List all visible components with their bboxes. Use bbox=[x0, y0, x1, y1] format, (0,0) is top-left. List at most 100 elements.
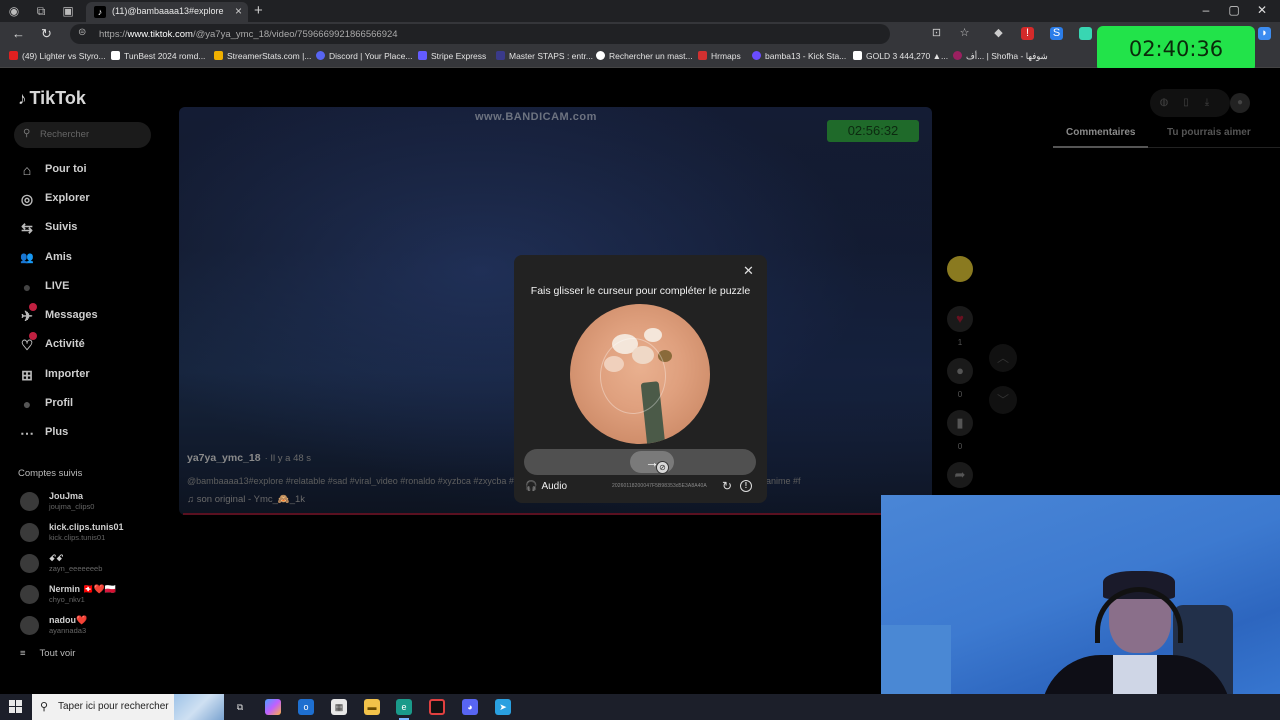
extension-1-icon[interactable]: ◆ bbox=[992, 27, 1005, 40]
nav-label: Activité bbox=[45, 338, 85, 350]
obs-icon[interactable] bbox=[429, 699, 445, 715]
bookmark-item[interactable]: Rechercher un mast... bbox=[596, 51, 693, 61]
bookmark-item[interactable]: GOLD 3 444,270 ▲... bbox=[853, 51, 948, 61]
headphones-icon: 🎧 bbox=[525, 481, 538, 492]
download-icon[interactable]: ⤓ bbox=[1197, 93, 1217, 113]
minimize-window-button[interactable]: – bbox=[1196, 3, 1216, 17]
maximize-window-button[interactable]: ▢ bbox=[1224, 3, 1244, 17]
tab-actions-icon[interactable]: ▣ bbox=[60, 3, 76, 19]
followed-account[interactable]: kick.clips.tunis01 kick.clips.tunis01 bbox=[20, 521, 180, 545]
save-button[interactable]: ▮ 0 bbox=[947, 410, 973, 451]
creator-avatar[interactable] bbox=[947, 256, 973, 282]
close-window-button[interactable]: ✕ bbox=[1252, 3, 1272, 17]
start-tile bbox=[9, 707, 15, 713]
save-count: 0 bbox=[957, 442, 963, 451]
bookmark-item[interactable]: bamba13 - Kick Sta... bbox=[752, 51, 846, 61]
tiktok-logo-text: TikTok bbox=[29, 88, 86, 108]
tab-commentaires[interactable]: Commentaires bbox=[1066, 127, 1135, 138]
info-icon[interactable]: ! bbox=[740, 480, 752, 492]
bookmark-item[interactable]: Stripe Express bbox=[418, 51, 486, 61]
bookmark-item[interactable]: Hrmaps bbox=[698, 51, 741, 61]
bookmark-item[interactable]: Discord | Your Place... bbox=[316, 51, 412, 61]
new-tab-button[interactable]: + bbox=[254, 2, 263, 19]
avatar bbox=[20, 492, 39, 511]
telegram-icon[interactable]: ➤ bbox=[495, 699, 511, 715]
bookmark-item[interactable]: Master STAPS : entr... bbox=[496, 51, 593, 61]
windows-start-icon[interactable] bbox=[9, 700, 23, 714]
audio-label: Audio bbox=[541, 481, 568, 492]
edge-browser-icon[interactable]: e bbox=[396, 699, 412, 720]
video-music[interactable]: ♫ son original - Ymc_🙈_1k bbox=[187, 494, 305, 505]
taskbar-search-box[interactable]: ⚲ Taper ici pour rechercher bbox=[32, 694, 224, 720]
bookmark-label: bamba13 - Kick Sta... bbox=[765, 51, 847, 61]
previous-video-button[interactable]: ︿ bbox=[989, 344, 1017, 372]
bookmark-item[interactable]: (49) Lighter vs Styro... bbox=[9, 51, 106, 61]
site-info-icon[interactable]: ⊜ bbox=[78, 27, 86, 38]
workspaces-icon[interactable]: ⧉ bbox=[33, 3, 49, 19]
start-tile bbox=[16, 707, 22, 713]
video-author[interactable]: ya7ya_ymc_18 · Il y a 48 s bbox=[187, 452, 311, 464]
flower-shape bbox=[644, 328, 662, 342]
refresh-icon[interactable]: ↻ bbox=[722, 479, 732, 493]
tiktok-logo[interactable]: ♪ TikTok bbox=[18, 88, 86, 109]
bookmark-icon bbox=[953, 51, 962, 60]
tab-tu-pourrais-aimer[interactable]: Tu pourrais aimer bbox=[1167, 127, 1251, 138]
close-icon[interactable]: ✕ bbox=[743, 263, 754, 279]
profile-avatar-icon[interactable]: ◉ bbox=[6, 3, 22, 19]
followed-account[interactable]: JouJma joujma_clips0 bbox=[20, 490, 180, 514]
avatar bbox=[20, 585, 39, 604]
bookmark-item[interactable]: أف... | Shofha - شوفها bbox=[953, 51, 1048, 62]
list-icon: ≡ bbox=[20, 648, 26, 659]
bookmark-icon bbox=[596, 51, 605, 60]
file-explorer-icon[interactable]: ▬ bbox=[364, 699, 380, 715]
extension-4-icon[interactable] bbox=[1079, 27, 1092, 40]
nav-label: Explorer bbox=[45, 192, 90, 204]
comment-count: 0 bbox=[957, 390, 963, 399]
search-icon: ⚲ bbox=[23, 128, 31, 139]
bookmark-icon bbox=[496, 51, 505, 60]
start-tile bbox=[16, 700, 22, 706]
bookmark-label: Stripe Express bbox=[431, 51, 487, 61]
like-button[interactable]: ♥ 1 bbox=[947, 306, 973, 347]
reload-button[interactable]: ↻ bbox=[41, 26, 52, 42]
bookmark-label: TunBest 2024 romd... bbox=[124, 51, 206, 61]
share-icon: ➦ bbox=[947, 462, 973, 488]
search-placeholder: Rechercher bbox=[40, 129, 90, 140]
task-view-icon[interactable]: ⧉ bbox=[232, 699, 248, 715]
home-icon: ⌂ bbox=[22, 162, 32, 178]
outlook-icon[interactable]: o bbox=[298, 699, 314, 715]
audio-captcha-button[interactable]: 🎧 Audio bbox=[525, 481, 567, 492]
comment-button[interactable]: ● 0 bbox=[947, 358, 973, 399]
active-tab[interactable]: ♪ (11)@bambaaaa13#explore #rel × bbox=[86, 2, 248, 22]
copilot-icon[interactable]: ◗ bbox=[1258, 27, 1271, 40]
followed-account[interactable]: nadou❤️ ayannada3 bbox=[20, 614, 180, 638]
followed-account[interactable]: ꗃꗃ zayn_eeeeeeeb bbox=[20, 552, 180, 576]
active-tab-title: (11)@bambaaaa13#explore #rel bbox=[112, 6, 224, 16]
install-app-icon[interactable]: ⊡ bbox=[930, 27, 943, 40]
bookmark-star-icon[interactable]: ☆ bbox=[958, 27, 971, 40]
store-icon[interactable]: ▦ bbox=[331, 699, 347, 715]
video-progress-bar[interactable] bbox=[183, 513, 883, 515]
discord-app-icon[interactable]: ◕ bbox=[462, 699, 478, 715]
extension-2-icon[interactable]: ! bbox=[1021, 27, 1034, 40]
bookmark-item[interactable]: TunBest 2024 romd... bbox=[111, 51, 205, 61]
share-button[interactable]: ➦ bbox=[947, 462, 973, 488]
back-button[interactable]: ← bbox=[12, 26, 25, 41]
user-avatar-icon[interactable]: ● bbox=[1230, 93, 1250, 113]
following-section-title: Comptes suivis bbox=[18, 468, 83, 479]
close-tab-icon[interactable]: × bbox=[235, 4, 242, 18]
captcha-title: Fais glisser le curseur pour compléter l… bbox=[530, 285, 751, 297]
copilot-app-icon[interactable] bbox=[265, 699, 281, 715]
address-bar[interactable]: ⊜ https://www.tiktok.com/@ya7ya_ymc_18/v… bbox=[70, 24, 890, 44]
busy-cursor-icon: ⊘ bbox=[656, 461, 669, 474]
followed-account[interactable]: Nermin 🇨🇭❤️🇵🇱 chyo_nkv1 bbox=[20, 583, 180, 607]
explore-icon[interactable]: ◍ bbox=[1154, 93, 1174, 113]
nav-label: LIVE bbox=[45, 280, 70, 292]
extension-3-icon[interactable]: S bbox=[1050, 27, 1063, 40]
search-input[interactable]: ⚲ Rechercher bbox=[14, 122, 151, 148]
bookmark-item[interactable]: StreamerStats.com |... bbox=[214, 51, 311, 61]
see-all-link[interactable]: ≡ Tout voir bbox=[20, 648, 75, 659]
upload-icon: ⊞ bbox=[21, 367, 33, 383]
next-video-button[interactable]: ﹀ bbox=[989, 386, 1017, 414]
device-icon[interactable]: ▯ bbox=[1176, 93, 1196, 113]
